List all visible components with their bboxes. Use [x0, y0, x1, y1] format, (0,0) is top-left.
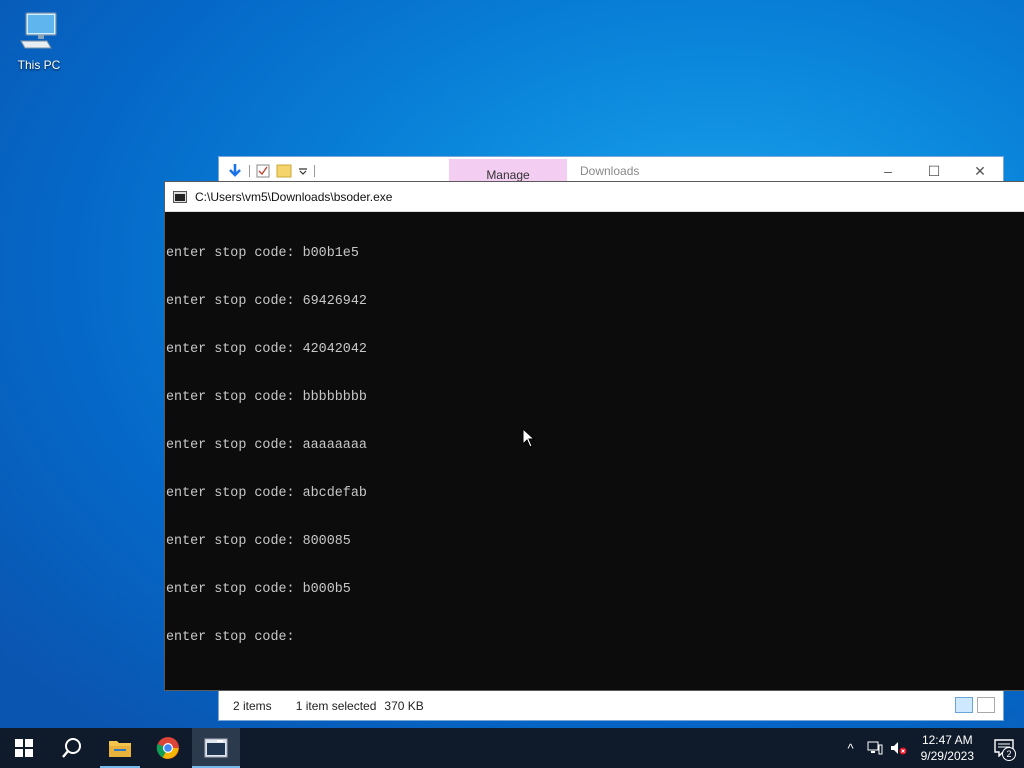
console-line: enter stop code: 69426942 — [166, 294, 367, 309]
console-titlebar[interactable]: C:\Users\vm5\Downloads\bsoder.exe — [165, 182, 1024, 212]
file-explorer-taskbar-button[interactable] — [96, 728, 144, 768]
console-line: enter stop code: aaaaaaaa — [166, 438, 367, 453]
system-clock[interactable]: 12:47 AM 9/29/2023 — [911, 732, 984, 764]
console-line: enter stop code: b00b1e5 — [166, 246, 359, 261]
volume-muted-icon[interactable] — [887, 728, 911, 768]
desktop-icon-label: This PC — [17, 58, 61, 72]
console-line: enter stop code: abcdefab — [166, 486, 367, 501]
item-count: 2 items — [233, 699, 272, 713]
clock-time: 12:47 AM — [921, 733, 973, 747]
selection-status: 1 item selected — [295, 699, 377, 713]
download-arrow-icon[interactable] — [227, 163, 243, 179]
chevron-down-icon[interactable] — [298, 166, 308, 176]
console-prompt-line[interactable]: enter stop code: — [166, 630, 1024, 646]
properties-icon[interactable] — [256, 164, 270, 178]
console-output[interactable]: enter stop code: b00b1e5 enter stop code… — [165, 212, 1024, 678]
desktop-icon-this-pc[interactable]: This PC — [12, 10, 66, 76]
tab-manage[interactable]: Manage — [449, 159, 567, 183]
toolbar-separator — [314, 165, 315, 177]
search-button[interactable] — [48, 728, 96, 768]
console-line: enter stop code: 42042042 — [166, 342, 367, 357]
system-tray: ^ 12:47 AM 9/29/2023 2 — [839, 728, 1024, 768]
large-icons-view-icon[interactable] — [977, 697, 995, 713]
start-button[interactable] — [0, 728, 48, 768]
chrome-icon — [156, 737, 179, 759]
view-toggle — [955, 697, 995, 713]
chevron-up-icon[interactable]: ^ — [839, 728, 863, 768]
mouse-pointer-icon — [522, 428, 536, 448]
chrome-taskbar-button[interactable] — [144, 728, 192, 768]
toolbar-separator — [249, 165, 250, 177]
notification-center-button[interactable]: 2 — [984, 728, 1024, 768]
console-line: enter stop code: b000b5 — [166, 582, 351, 597]
console-taskbar-button[interactable] — [192, 728, 240, 768]
console-app-icon — [204, 738, 228, 758]
network-icon[interactable] — [863, 728, 887, 768]
new-folder-icon[interactable] — [276, 164, 292, 178]
quick-access-toolbar — [227, 163, 315, 179]
file-explorer-icon — [109, 741, 131, 757]
start-icon — [15, 739, 33, 757]
window-title: Downloads — [580, 164, 640, 178]
console-app-icon — [173, 190, 187, 203]
notification-badge: 2 — [1002, 747, 1016, 761]
console-title: C:\Users\vm5\Downloads\bsoder.exe — [195, 189, 393, 204]
clock-date: 9/29/2023 — [920, 749, 974, 763]
selection-size: 370 KB — [384, 699, 424, 713]
search-icon — [62, 738, 81, 758]
console-line: enter stop code: 800085 — [166, 534, 351, 549]
taskbar: ^ 12:47 AM 9/29/2023 2 — [0, 728, 1024, 768]
console-line: enter stop code: bbbbbbbb — [166, 390, 367, 405]
computer-icon — [20, 12, 57, 49]
details-view-icon[interactable] — [955, 697, 973, 713]
status-bar: 2 items 1 item selected 370 KB — [219, 692, 1003, 720]
console-window[interactable]: C:\Users\vm5\Downloads\bsoder.exe enter … — [164, 181, 1024, 691]
